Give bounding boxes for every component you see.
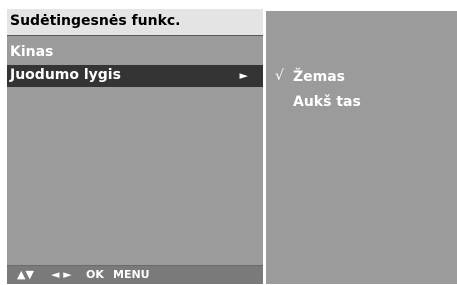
option-label: Žemas [293,69,346,85]
option-label: Aukš tas [293,94,361,110]
left-right-arrows-icon: ◄ ► [51,268,72,281]
ok-hint: OK [86,268,104,281]
navigation-hint-bar: ▲▼ ◄ ► OK MENU [7,265,263,284]
option-zemas[interactable]: √ Žemas [266,67,457,87]
osd-screen: Sudėtingesnės funkc. Kinas Juodumo lygis… [0,0,457,285]
black-level-options: √ Žemas Aukš tas [266,11,457,284]
menu-item-black-level[interactable]: Juodumo lygis ► [7,65,263,87]
menu-item-label: Juodumo lygis [10,67,121,83]
option-aukstas[interactable]: Aukš tas [266,92,457,112]
checkmark-icon: √ [275,68,284,84]
menu-item-label: Kinas [10,44,54,60]
submenu-arrow-icon: ► [239,69,248,82]
up-down-arrows-icon: ▲▼ [17,268,34,281]
menu-title: Sudėtingesnės funkc. [10,13,181,29]
advanced-functions-menu: Sudėtingesnės funkc. Kinas Juodumo lygis… [7,9,263,284]
menu-item-kinas[interactable]: Kinas [7,42,263,64]
menu-title-bar: Sudėtingesnės funkc. [7,9,263,36]
menu-hint: MENU [113,268,150,281]
